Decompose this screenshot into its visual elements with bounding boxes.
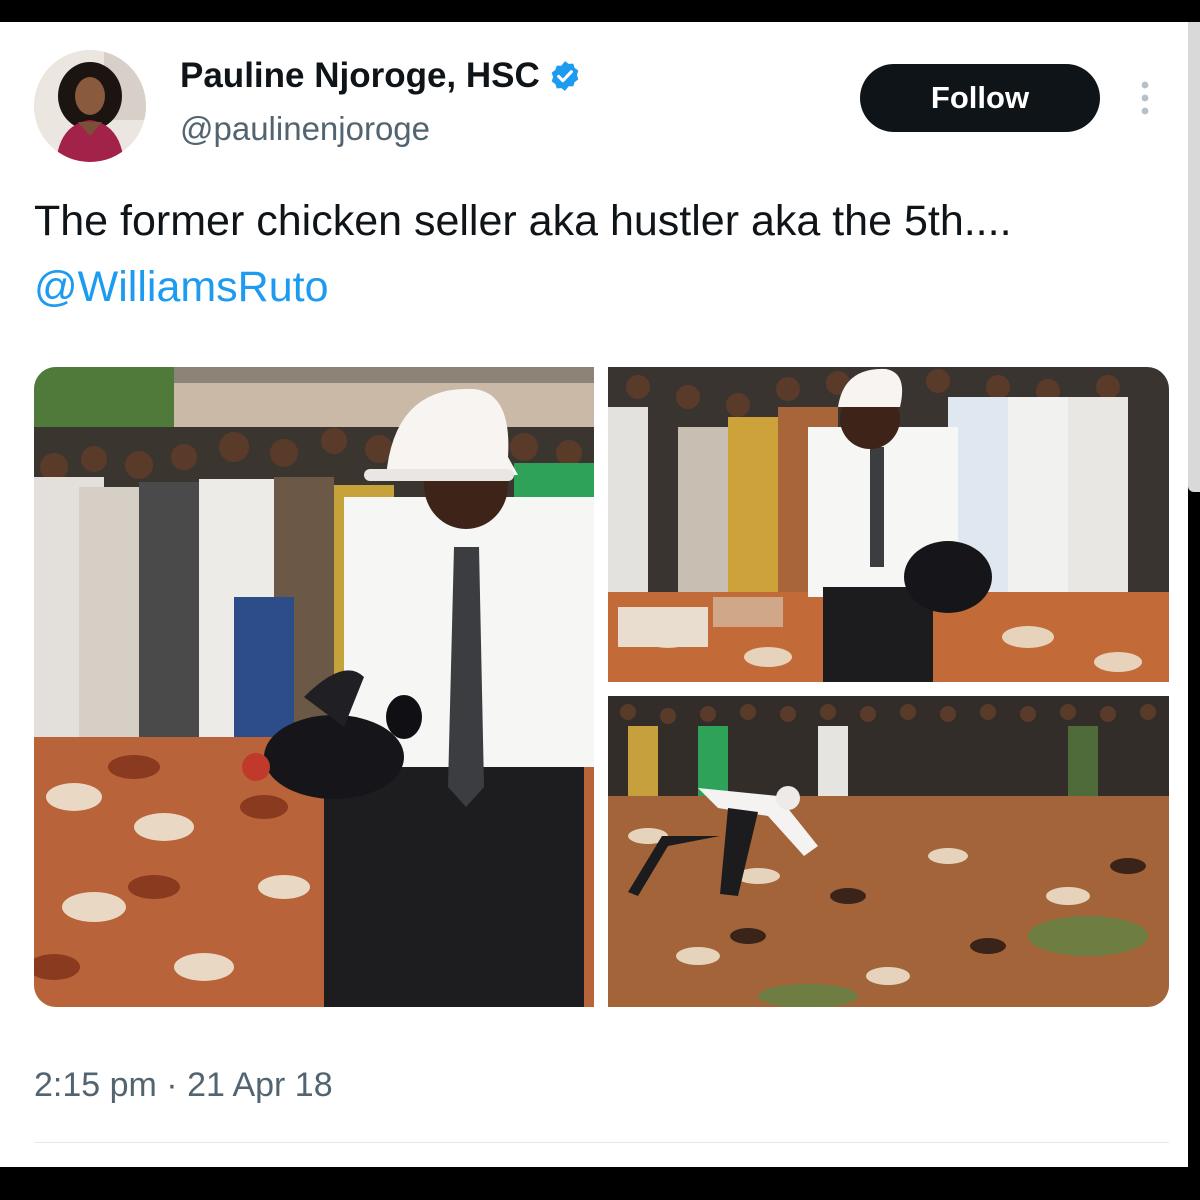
- media-grid: [34, 367, 1169, 1007]
- mention-link[interactable]: @WilliamsRuto: [34, 262, 329, 312]
- divider: [34, 1142, 1169, 1143]
- tweet-text: The former chicken seller aka hustler ak…: [34, 197, 1012, 245]
- author-display-name[interactable]: Pauline Njoroge, HSC: [180, 56, 540, 96]
- verified-badge-icon: [551, 61, 579, 91]
- photo-man-releasing-chicken[interactable]: [608, 367, 1169, 682]
- scrollbar[interactable]: [1188, 22, 1200, 492]
- follow-button[interactable]: Follow: [860, 64, 1100, 132]
- avatar-photo: [34, 50, 146, 162]
- photo-man-holding-chicken[interactable]: [34, 367, 594, 1007]
- author-handle[interactable]: @paulinenjoroge: [180, 110, 430, 148]
- tweet-timestamp[interactable]: 2:15 pm · 21 Apr 18: [34, 1066, 333, 1105]
- photo-man-lunging-field[interactable]: [608, 696, 1169, 1007]
- more-options-icon[interactable]: [1134, 78, 1156, 118]
- author-name-row: Pauline Njoroge, HSC: [180, 56, 582, 96]
- avatar[interactable]: [34, 50, 146, 162]
